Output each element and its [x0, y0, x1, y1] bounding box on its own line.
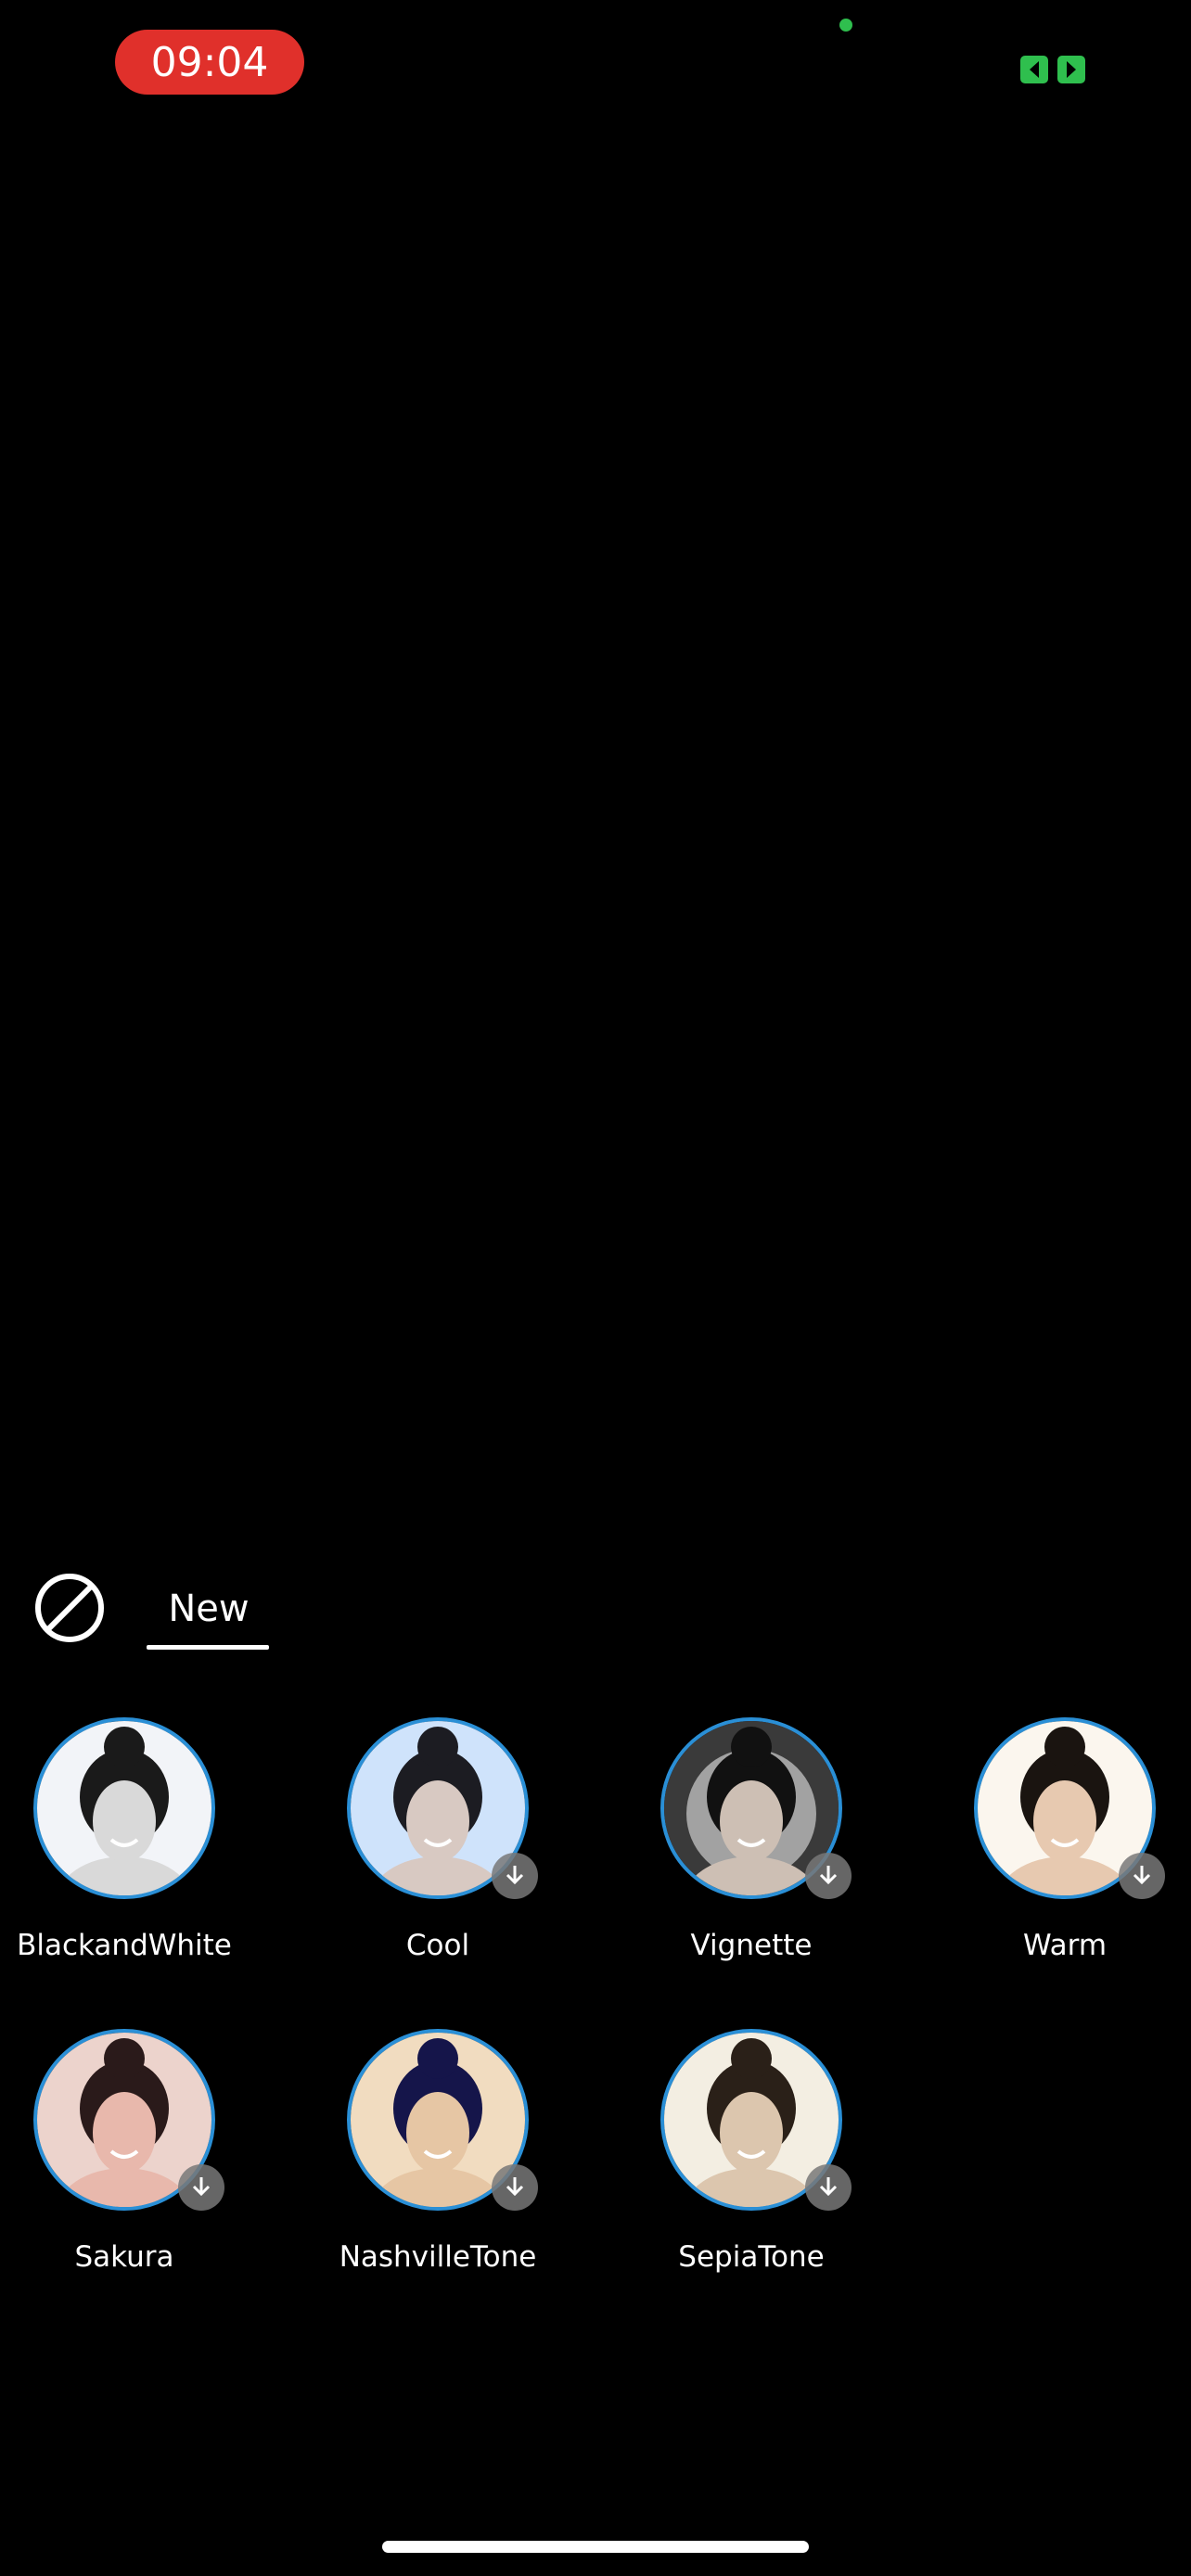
- home-indicator[interactable]: [382, 2541, 809, 2553]
- status-time-pill: 09:04: [115, 30, 304, 95]
- download-icon[interactable]: [1119, 1853, 1165, 1899]
- filter-item[interactable]: NashvilleTone: [339, 2029, 570, 2307]
- download-icon[interactable]: [178, 2164, 224, 2211]
- filter-item[interactable]: Warm: [974, 1717, 1191, 1996]
- download-icon[interactable]: [805, 1853, 852, 1899]
- filter-label: Warm: [1022, 1929, 1108, 1962]
- filter-label: Sakura: [74, 2240, 174, 2274]
- status-time: 09:04: [150, 38, 269, 86]
- filter-label: SepiaTone: [678, 2240, 825, 2274]
- filter-thumbnail[interactable]: [33, 1717, 215, 1899]
- tab-new-label: New: [168, 1588, 250, 1630]
- download-icon[interactable]: [492, 2164, 538, 2211]
- filter-label: Vignette: [690, 1929, 813, 1962]
- filter-item[interactable]: Cool: [347, 1717, 570, 1996]
- filter-label: Cool: [405, 1929, 470, 1962]
- download-icon[interactable]: [805, 2164, 852, 2211]
- filter-item[interactable]: Vignette: [660, 1717, 883, 1996]
- filter-label: NashvilleTone: [339, 2240, 537, 2274]
- filter-item[interactable]: Sakura: [33, 2029, 256, 2307]
- camera-in-use-indicator: [839, 19, 852, 32]
- filter-item[interactable]: SepiaTone: [660, 2029, 883, 2307]
- screen-mirroring-icon[interactable]: [1018, 54, 1087, 85]
- filter-label: BlackandWhite: [17, 1929, 232, 1962]
- active-tab-underline: [147, 1645, 269, 1650]
- download-icon[interactable]: [492, 1853, 538, 1899]
- tab-new[interactable]: New: [148, 1572, 269, 1646]
- filter-item[interactable]: BlackandWhite: [17, 1717, 256, 1996]
- no-filter-icon[interactable]: [33, 1572, 106, 1644]
